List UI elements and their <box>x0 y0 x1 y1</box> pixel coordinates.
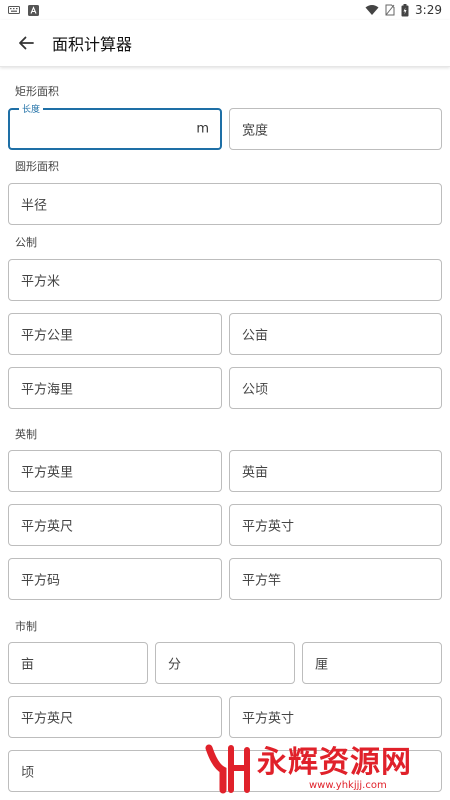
sq-km-label: 平方公里 <box>21 328 74 344</box>
sq-cun-label: 平方英寸 <box>242 711 295 727</box>
no-sim-icon <box>385 4 395 16</box>
back-button[interactable] <box>0 20 52 66</box>
sq-foot-field[interactable]: 平方英尺 <box>8 504 222 546</box>
fen-label: 分 <box>168 657 182 673</box>
sq-meter-label: 平方米 <box>21 274 61 290</box>
section-market: 市制 <box>15 620 37 633</box>
keyboard-icon <box>8 5 20 15</box>
sq-rod-field[interactable]: 平方竿 <box>229 558 442 600</box>
calculator-form: 矩形面积 长度 m 宽度 圆形面积 半径 公制 平方米 平方公里 公亩 平方海里… <box>0 66 450 800</box>
watermark-logo-icon <box>205 744 250 794</box>
width-input[interactable]: 宽度 <box>229 108 442 150</box>
section-circle-area: 圆形面积 <box>15 160 59 173</box>
are-label: 公亩 <box>242 328 269 344</box>
hectare-label: 公顷 <box>242 382 269 398</box>
section-metric: 公制 <box>15 236 37 249</box>
sq-inch-field[interactable]: 平方英寸 <box>229 504 442 546</box>
sq-km-field[interactable]: 平方公里 <box>8 313 222 355</box>
sq-mile-field[interactable]: 平方英里 <box>8 450 222 492</box>
hectare-field[interactable]: 公顷 <box>229 367 442 409</box>
sq-nautical-mile-field[interactable]: 平方海里 <box>8 367 222 409</box>
radius-input[interactable]: 半径 <box>8 183 442 225</box>
mu-field[interactable]: 亩 <box>8 642 148 684</box>
sq-meter-field[interactable]: 平方米 <box>8 259 442 301</box>
sq-yard-field[interactable]: 平方码 <box>8 558 222 600</box>
sq-rod-label: 平方竿 <box>242 573 282 589</box>
sq-chi-label: 平方英尺 <box>21 711 74 727</box>
acre-label: 英亩 <box>242 465 269 481</box>
li-field[interactable]: 厘 <box>302 642 442 684</box>
sq-mile-label: 平方英里 <box>21 465 74 481</box>
watermark: 永辉资源网 www.yhkjjj.com <box>205 738 450 800</box>
watermark-text: 永辉资源网 <box>257 745 412 780</box>
status-bar: 3:29 <box>0 0 450 20</box>
wifi-icon <box>365 4 379 16</box>
arrow-back-icon <box>19 36 34 50</box>
sq-cun-field[interactable]: 平方英寸 <box>229 696 442 738</box>
length-unit: m <box>196 121 209 137</box>
qing-label: 顷 <box>21 765 35 781</box>
length-label: 长度 <box>19 102 44 115</box>
watermark-url: www.yhkjjj.com <box>309 780 387 791</box>
sq-foot-label: 平方英尺 <box>21 519 74 535</box>
sq-nautical-mile-label: 平方海里 <box>21 382 74 398</box>
sq-inch-label: 平方英寸 <box>242 519 295 535</box>
app-a-icon <box>28 4 39 16</box>
acre-field[interactable]: 英亩 <box>229 450 442 492</box>
battery-icon <box>401 3 409 17</box>
li-label: 厘 <box>315 657 329 673</box>
section-rect-area: 矩形面积 <box>15 85 59 98</box>
mu-label: 亩 <box>21 657 35 673</box>
width-placeholder: 宽度 <box>242 123 269 139</box>
are-field[interactable]: 公亩 <box>229 313 442 355</box>
app-bar: 面积计算器 <box>0 20 450 67</box>
section-imperial: 英制 <box>15 428 37 441</box>
radius-placeholder: 半径 <box>21 198 48 214</box>
sq-yard-label: 平方码 <box>21 573 61 589</box>
sq-chi-field[interactable]: 平方英尺 <box>8 696 222 738</box>
page-title: 面积计算器 <box>52 35 133 54</box>
status-time: 3:29 <box>415 3 442 17</box>
length-input[interactable]: 长度 m <box>8 102 222 150</box>
fen-field[interactable]: 分 <box>155 642 295 684</box>
